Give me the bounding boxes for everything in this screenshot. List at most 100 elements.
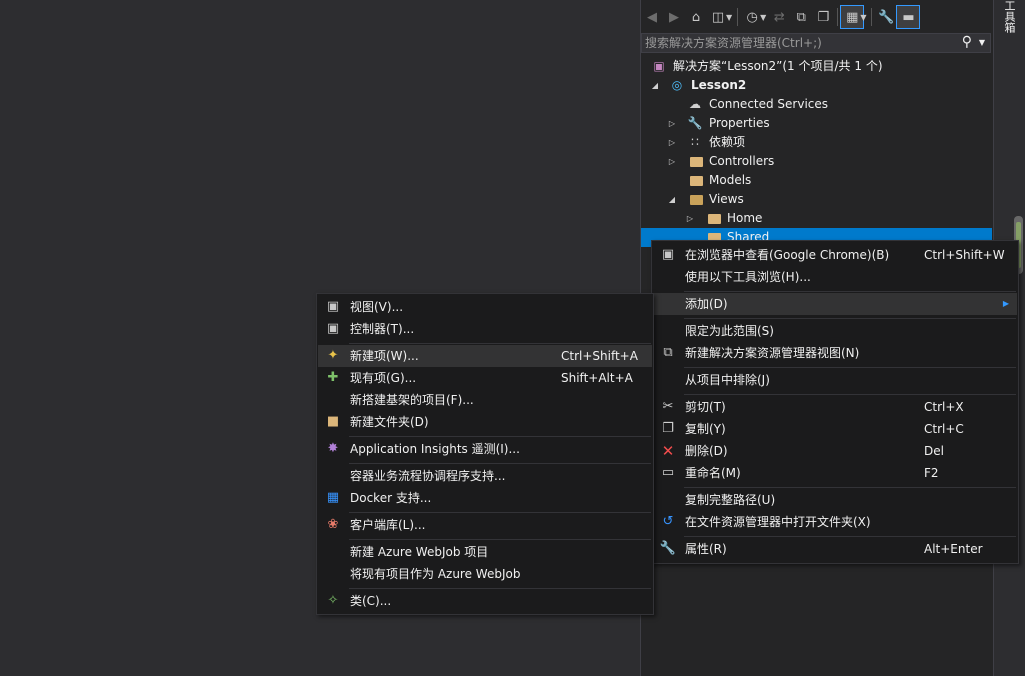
- menu-item-existing-webjob[interactable]: 将现有项目作为 Azure WebJob: [318, 563, 652, 585]
- menu-item-client-lib[interactable]: ❀ 客户端库(L)...: [318, 514, 652, 536]
- collapsed-arrow-icon[interactable]: ▷: [666, 114, 678, 133]
- solution-tree: ▣ 解决方案“Lesson2”(1 个项目/共 1 个) ◢ ◎ Lesson2…: [641, 57, 992, 247]
- tree-item-properties[interactable]: ▷ 🔧 Properties: [641, 114, 992, 133]
- toolbar-separator: [737, 8, 739, 26]
- show-all-files-icon[interactable]: ❐: [812, 6, 834, 28]
- forward-icon[interactable]: ▶: [663, 6, 685, 28]
- cloud-icon: ☁: [689, 97, 701, 111]
- menu-item-rename[interactable]: ▭ 重命名(M) F2: [653, 462, 1017, 484]
- menu-item-open-folder[interactable]: ↺ 在文件资源管理器中打开文件夹(X): [653, 511, 1017, 533]
- menu-item-exclude[interactable]: 从项目中排除(J): [653, 369, 1017, 391]
- client-library-icon: ❀: [327, 517, 339, 532]
- existing-item-icon: ✚: [327, 370, 339, 385]
- collapse-all-icon[interactable]: ⧉: [790, 6, 812, 28]
- expanded-arrow-icon[interactable]: ◢: [666, 190, 678, 209]
- dependencies-icon: ∷: [691, 135, 699, 149]
- tree-item-connected-services[interactable]: ☁ Connected Services: [641, 95, 992, 114]
- tree-item-project[interactable]: ◢ ◎ Lesson2: [641, 76, 992, 95]
- menu-item-existing-item[interactable]: ✚ 现有项(G)... Shift+Alt+A: [318, 367, 652, 389]
- tree-item-label: Home: [727, 211, 763, 225]
- toolbar-separator: [871, 8, 873, 26]
- toolbar-separator: [837, 8, 839, 26]
- menu-item-orchestration[interactable]: 容器业务流程协调程序支持...: [318, 465, 652, 487]
- folder-icon: [688, 171, 704, 190]
- menu-item-add-controller[interactable]: ▣ 控制器(T)...: [318, 318, 652, 340]
- class-icon: ✧: [327, 593, 339, 608]
- menu-item-docker[interactable]: ▦ Docker 支持...: [318, 487, 652, 509]
- tree-item-dependencies[interactable]: ▷ ∷ 依赖项: [641, 133, 992, 152]
- new-item-icon: ✦: [327, 348, 339, 363]
- tree-item-solution[interactable]: ▣ 解决方案“Lesson2”(1 个项目/共 1 个): [641, 57, 992, 76]
- tree-item-label: Lesson2: [691, 78, 747, 92]
- new-folder-icon: ■: [326, 414, 340, 429]
- copy-icon: ❐: [662, 421, 674, 436]
- wrench-icon: 🔧: [659, 541, 677, 556]
- tree-item-models[interactable]: Models: [641, 171, 992, 190]
- menu-item-new-folder[interactable]: ■ 新建文件夹(D): [318, 411, 652, 433]
- menu-item-app-insights[interactable]: ✸ Application Insights 遥测(I)...: [318, 438, 652, 460]
- back-icon[interactable]: ◀: [641, 6, 663, 28]
- menu-separator: [349, 512, 651, 513]
- tree-item-label: Properties: [709, 116, 770, 130]
- menu-separator: [349, 343, 651, 344]
- menu-item-properties[interactable]: 🔧 属性(R) Alt+Enter: [653, 538, 1017, 560]
- chevron-down-icon[interactable]: ▼: [979, 38, 985, 47]
- sync-icon[interactable]: ⇄: [768, 6, 790, 28]
- menu-separator: [684, 536, 1016, 537]
- menu-item-new-item[interactable]: ✦ 新建项(W)... Ctrl+Shift+A: [318, 345, 652, 367]
- submenu-arrow-icon: ▶: [1002, 299, 1009, 308]
- menu-separator: [349, 463, 651, 464]
- toolbox-tab[interactable]: 工具箱: [997, 0, 1016, 33]
- web-project-icon: ◎: [671, 78, 683, 92]
- folder-context-menu: ▣ 在浏览器中查看(Google Chrome)(B) Ctrl+Shift+W…: [651, 240, 1019, 564]
- new-view-icon: ⧉: [663, 345, 673, 360]
- menu-item-browse-with[interactable]: 使用以下工具浏览(H)...: [653, 266, 1017, 288]
- search-input[interactable]: [645, 35, 955, 51]
- expanded-arrow-icon[interactable]: ◢: [649, 76, 661, 95]
- menu-separator: [349, 539, 651, 540]
- collapsed-arrow-icon[interactable]: ▷: [666, 152, 678, 171]
- chevron-down-icon[interactable]: ▼: [726, 13, 732, 22]
- open-folder-arrow-icon: ↺: [662, 514, 674, 529]
- properties-icon[interactable]: 🔧: [875, 6, 897, 28]
- tree-item-label: Views: [709, 192, 744, 206]
- tree-item-label: Models: [709, 173, 752, 187]
- menu-item-cut[interactable]: ✂ 剪切(T) Ctrl+X: [653, 396, 1017, 418]
- menu-item-new-webjob[interactable]: 新建 Azure WebJob 项目: [318, 541, 652, 563]
- solution-icon: ▣: [653, 59, 665, 73]
- menu-separator: [349, 588, 651, 589]
- chevron-down-icon[interactable]: ▼: [760, 13, 766, 22]
- wrench-icon: 🔧: [687, 116, 703, 130]
- view-file-icon: ▣: [326, 299, 340, 314]
- menu-item-copy-path[interactable]: 复制完整路径(U): [653, 489, 1017, 511]
- tree-item-label: 解决方案“Lesson2”(1 个项目/共 1 个): [673, 59, 883, 73]
- menu-item-delete[interactable]: ✕ 删除(D) Del: [653, 440, 1017, 462]
- home-icon[interactable]: ⌂: [685, 6, 707, 28]
- add-submenu: ▣ 视图(V)... ▣ 控制器(T)... ✦ 新建项(W)... Ctrl+…: [316, 293, 654, 615]
- rename-icon: ▭: [661, 465, 675, 480]
- tree-item-controllers[interactable]: ▷ Controllers: [641, 152, 992, 171]
- docker-icon: ▦: [326, 490, 340, 505]
- folder-icon: [688, 152, 704, 171]
- menu-item-view-in-browser[interactable]: ▣ 在浏览器中查看(Google Chrome)(B) Ctrl+Shift+W: [653, 244, 1017, 266]
- menu-item-new-se-view[interactable]: ⧉ 新建解决方案资源管理器视图(N): [653, 342, 1017, 364]
- menu-item-scope[interactable]: 限定为此范围(S): [653, 320, 1017, 342]
- menu-separator: [684, 291, 1016, 292]
- search-icon[interactable]: ⚲: [962, 34, 972, 50]
- pin-icon[interactable]: ▬: [896, 5, 921, 29]
- collapsed-arrow-icon[interactable]: ▷: [684, 209, 696, 228]
- solution-explorer-toolbar: ◀ ▶ ⌂ ◫ ▼ ◷ ▼ ⇄ ⧉ ❐ ▦ ▼ 🔧 ▬: [641, 4, 991, 30]
- tree-item-label: Connected Services: [709, 97, 829, 111]
- menu-item-class[interactable]: ✧ 类(C)...: [318, 590, 652, 612]
- tree-item-home[interactable]: ▷ Home: [641, 209, 992, 228]
- menu-item-add[interactable]: 添加(D) ▶: [653, 293, 1017, 315]
- chevron-down-icon[interactable]: ▼: [860, 13, 866, 22]
- browser-icon: ▣: [661, 247, 675, 262]
- tree-item-label: Controllers: [709, 154, 775, 168]
- tree-item-views[interactable]: ◢ Views: [641, 190, 992, 209]
- collapsed-arrow-icon[interactable]: ▷: [666, 133, 678, 152]
- scissors-icon: ✂: [662, 399, 674, 414]
- menu-item-copy[interactable]: ❐ 复制(Y) Ctrl+C: [653, 418, 1017, 440]
- menu-item-add-view[interactable]: ▣ 视图(V)...: [318, 296, 652, 318]
- menu-item-scaffold[interactable]: 新搭建基架的项目(F)...: [318, 389, 652, 411]
